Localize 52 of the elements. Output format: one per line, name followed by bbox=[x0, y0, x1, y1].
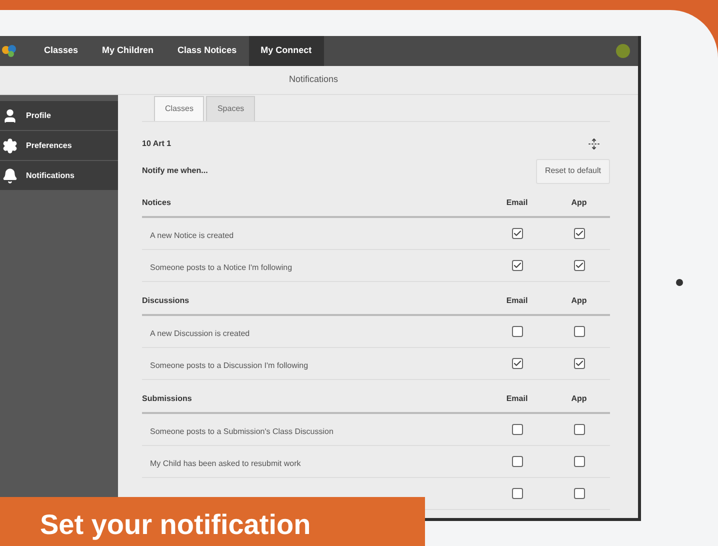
nav-tab[interactable]: My Children bbox=[90, 36, 166, 66]
sidebar-item[interactable]: Notifications bbox=[0, 161, 118, 190]
reset-button[interactable]: Reset to default bbox=[536, 158, 610, 184]
notify-label: Notify me when... bbox=[142, 165, 208, 177]
row-label: Someone posts to a Discussion I'm following bbox=[150, 360, 308, 370]
column-header: Email bbox=[505, 295, 529, 307]
class-name: 10 Art 1 bbox=[142, 138, 172, 150]
checkbox[interactable] bbox=[512, 326, 522, 337]
row-label: My Child has been asked to resubmit work bbox=[150, 458, 301, 468]
gear-icon bbox=[2, 138, 18, 154]
checkbox[interactable] bbox=[574, 456, 584, 467]
checkbox[interactable] bbox=[512, 424, 522, 435]
section-title: Notices bbox=[142, 197, 172, 209]
sidebar-item[interactable]: Profile bbox=[0, 101, 118, 130]
checkbox[interactable] bbox=[574, 326, 584, 337]
section-title: Discussions bbox=[142, 295, 190, 307]
checkbox[interactable] bbox=[512, 228, 522, 239]
checkbox[interactable] bbox=[574, 358, 584, 369]
row-label: A new Discussion is created bbox=[150, 328, 250, 338]
sidebar-item[interactable]: Preferences bbox=[0, 131, 118, 160]
nav-tab[interactable]: Class Notices bbox=[166, 36, 249, 66]
checkbox[interactable] bbox=[512, 488, 522, 499]
bell-icon bbox=[2, 168, 18, 184]
row-label: A new Notice is created bbox=[150, 230, 234, 240]
nav-tab[interactable]: My Connect bbox=[248, 36, 324, 66]
camera-icon bbox=[676, 279, 683, 286]
checkbox[interactable] bbox=[512, 456, 522, 467]
checkbox[interactable] bbox=[512, 358, 522, 369]
checkbox[interactable] bbox=[574, 488, 584, 499]
checkbox[interactable] bbox=[512, 260, 522, 271]
tab[interactable]: Spaces bbox=[206, 96, 256, 121]
checkbox[interactable] bbox=[574, 228, 584, 239]
sidebar-label: Notifications bbox=[26, 170, 74, 182]
section-title: Submissions bbox=[142, 393, 193, 405]
nav-tab[interactable]: Classes bbox=[32, 36, 90, 66]
column-header: App bbox=[570, 197, 588, 209]
page-title: Notifications bbox=[288, 73, 338, 86]
collapse-icon[interactable] bbox=[588, 138, 600, 150]
logo-icon bbox=[2, 44, 18, 58]
sidebar-label: Preferences bbox=[26, 140, 72, 152]
column-header: App bbox=[570, 295, 588, 307]
checkbox[interactable] bbox=[574, 424, 584, 435]
column-header: App bbox=[570, 393, 588, 405]
column-header: Email bbox=[505, 197, 529, 209]
row-label: Someone posts to a Notice I'm following bbox=[150, 262, 292, 272]
checkbox[interactable] bbox=[574, 260, 584, 271]
column-header: Email bbox=[505, 393, 529, 405]
user-icon bbox=[2, 108, 18, 124]
sidebar-label: Profile bbox=[26, 110, 51, 122]
row-label: Someone posts to a Submission's Class Discussion bbox=[150, 426, 334, 436]
tab[interactable]: Classes bbox=[154, 96, 204, 121]
caption-text: Set your notification bbox=[40, 509, 311, 540]
